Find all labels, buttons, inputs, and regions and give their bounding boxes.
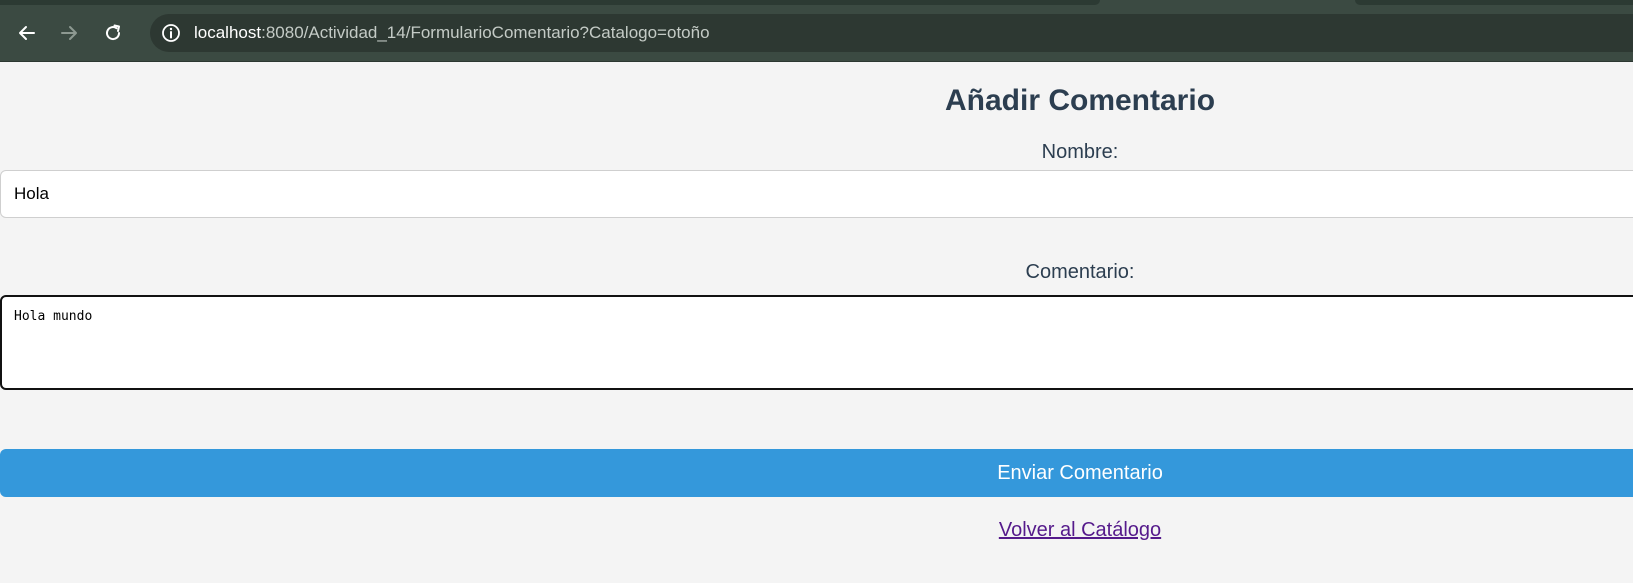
name-label: Nombre: bbox=[1041, 141, 1119, 163]
name-input[interactable] bbox=[0, 170, 1633, 218]
tab-strip bbox=[0, 0, 1633, 5]
tab-strip-left bbox=[0, 0, 1100, 5]
back-to-catalog-link[interactable]: Volver al Catálogo bbox=[999, 519, 1161, 541]
reload-icon bbox=[106, 24, 121, 41]
arrow-left-icon bbox=[19, 26, 35, 40]
submit-comment-button[interactable]: Enviar Comentario bbox=[0, 449, 1633, 497]
forward-button[interactable] bbox=[53, 17, 85, 49]
back-link-container: Volver al Catálogo bbox=[0, 519, 1633, 542]
reload-button[interactable] bbox=[97, 17, 129, 49]
info-icon bbox=[162, 24, 180, 42]
arrow-right-icon bbox=[61, 26, 77, 40]
browser-toolbar: localhost:8080/Actividad_14/FormularioCo… bbox=[0, 0, 1633, 62]
url-text[interactable]: localhost:8080/Actividad_14/FormularioCo… bbox=[194, 23, 710, 43]
back-button[interactable] bbox=[11, 17, 43, 49]
comment-label: Comentario: bbox=[1025, 261, 1135, 283]
comment-textarea[interactable]: Hola mundo bbox=[0, 295, 1633, 390]
address-bar[interactable]: localhost:8080/Actividad_14/FormularioCo… bbox=[150, 14, 1633, 52]
page-title: Añadir Comentario bbox=[944, 84, 1216, 117]
submit-label: Enviar Comentario bbox=[997, 461, 1163, 484]
site-info-button[interactable] bbox=[152, 14, 190, 52]
tab-strip-right bbox=[1355, 0, 1633, 5]
url-path: :8080/Actividad_14/FormularioComentario?… bbox=[261, 23, 710, 42]
url-host: localhost bbox=[194, 23, 262, 42]
